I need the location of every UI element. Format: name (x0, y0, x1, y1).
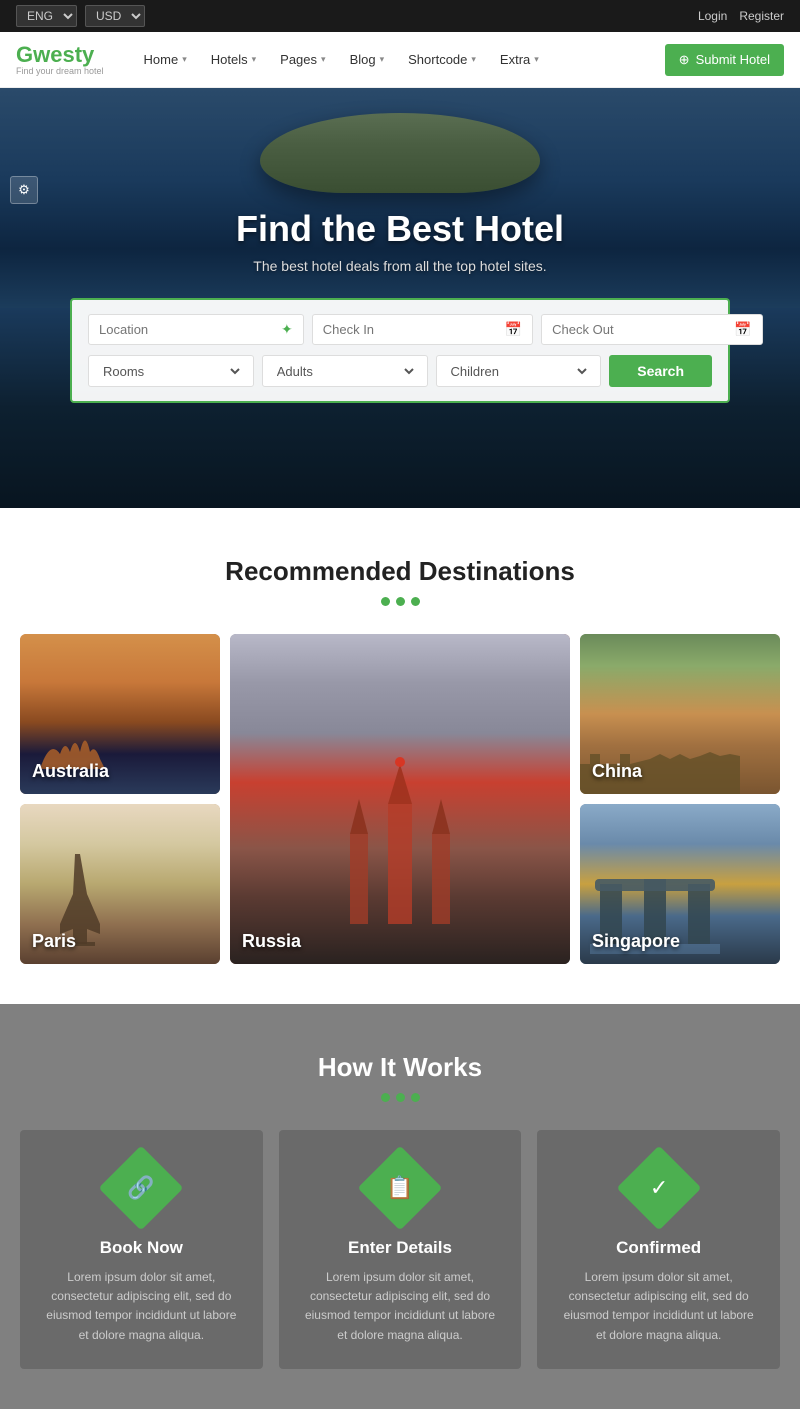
checkout-field[interactable]: 📅 (541, 314, 762, 345)
how-step2-text: Lorem ipsum dolor sit amet, consectetur … (299, 1268, 502, 1345)
top-bar-right: Login Register (698, 9, 784, 23)
destination-singapore[interactable]: Singapore (580, 804, 780, 964)
how-diamond-confirmed: ✓ (616, 1146, 701, 1231)
nav-blog[interactable]: Blog (340, 46, 395, 73)
how-dot-2 (396, 1093, 405, 1102)
submit-hotel-button[interactable]: ⊕ Submit Hotel (665, 44, 784, 76)
nav-extra[interactable]: Extra (490, 46, 549, 73)
settings-icon[interactable]: ⚙ (10, 176, 38, 204)
search-row-1: ✦ 📅 📅 (88, 314, 712, 345)
location-icon: ✦ (281, 321, 293, 338)
how-it-works-section: How It Works 🔗 Book Now Lorem ipsum dolo… (0, 1004, 800, 1409)
hero-island (240, 103, 560, 203)
nav-pages[interactable]: Pages (270, 46, 335, 73)
search-row-2: Rooms 1 2 3 Adults 1 2 3 (88, 355, 712, 387)
hero-title: Find the Best Hotel (70, 208, 730, 250)
destination-paris[interactable]: Paris (20, 804, 220, 964)
how-diamond-book: 🔗 (99, 1146, 184, 1231)
checkin-input[interactable] (323, 322, 499, 337)
how-step3-text: Lorem ipsum dolor sit amet, consectetur … (557, 1268, 760, 1345)
how-step1-text: Lorem ipsum dolor sit amet, consectetur … (40, 1268, 243, 1345)
destination-china[interactable]: China (580, 634, 780, 794)
book-icon: 🔗 (128, 1175, 155, 1201)
dot-3 (411, 597, 420, 606)
checkin-calendar-icon: 📅 (505, 321, 522, 338)
destinations-section: Recommended Destinations Australia (0, 508, 800, 1004)
register-link[interactable]: Register (739, 9, 784, 23)
destinations-grid: Australia Russia (20, 634, 780, 964)
submit-icon: ⊕ (679, 52, 690, 68)
navbar: Gwesty Find your dream hotel Home Hotels… (0, 32, 800, 88)
dot-1 (381, 597, 390, 606)
currency-select[interactable]: USD EUR GBP (85, 5, 145, 27)
children-select-wrap[interactable]: Children 0 1 2 (436, 355, 602, 387)
hero-content: Find the Best Hotel The best hotel deals… (70, 208, 730, 403)
how-dot-1 (381, 1093, 390, 1102)
nav-hotels[interactable]: Hotels (201, 46, 266, 73)
top-bar: ENG FR DE USD EUR GBP Login Register (0, 0, 800, 32)
how-card-confirmed: ✓ Confirmed Lorem ipsum dolor sit amet, … (537, 1130, 780, 1369)
how-step3-title: Confirmed (557, 1238, 760, 1258)
dest-label-singapore: Singapore (592, 931, 680, 952)
section-dots (16, 597, 784, 606)
how-diamond-details: 📋 (358, 1146, 443, 1231)
destinations-title: Recommended Destinations (16, 556, 784, 587)
dest-label-russia: Russia (242, 931, 301, 952)
search-button[interactable]: Search (609, 355, 712, 387)
rooms-select[interactable]: Rooms 1 2 3 (99, 363, 243, 380)
island-shape (260, 113, 540, 193)
how-grid: 🔗 Book Now Lorem ipsum dolor sit amet, c… (20, 1130, 780, 1369)
how-title: How It Works (16, 1052, 784, 1083)
details-icon: 📋 (386, 1175, 413, 1201)
submit-label: Submit Hotel (696, 52, 770, 67)
dest-label-china: China (592, 761, 642, 782)
how-dots (16, 1093, 784, 1102)
confirmed-icon: ✓ (649, 1175, 667, 1201)
logo-rest: westy (33, 42, 94, 67)
destination-australia[interactable]: Australia (20, 634, 220, 794)
checkout-calendar-icon: 📅 (734, 321, 751, 338)
location-input[interactable] (99, 322, 275, 337)
how-card-book: 🔗 Book Now Lorem ipsum dolor sit amet, c… (20, 1130, 263, 1369)
login-link[interactable]: Login (698, 9, 727, 23)
destination-russia[interactable]: Russia (230, 634, 570, 964)
children-select[interactable]: Children 0 1 2 (447, 363, 591, 380)
top-bar-left: ENG FR DE USD EUR GBP (16, 5, 145, 27)
logo-name: Gwesty (16, 44, 104, 66)
how-card-details: 📋 Enter Details Lorem ipsum dolor sit am… (279, 1130, 522, 1369)
checkout-input[interactable] (552, 322, 728, 337)
nav-menu: Home Hotels Pages Blog Shortcode Extra (134, 46, 665, 73)
dest-label-australia: Australia (32, 761, 109, 782)
language-select[interactable]: ENG FR DE (16, 5, 77, 27)
hero-section: ⚙ Find the Best Hotel The best hotel dea… (0, 88, 800, 508)
how-step1-title: Book Now (40, 1238, 243, 1258)
dest-label-paris: Paris (32, 931, 76, 952)
rooms-select-wrap[interactable]: Rooms 1 2 3 (88, 355, 254, 387)
search-box: ✦ 📅 📅 Rooms 1 2 3 (70, 298, 730, 403)
logo-g: G (16, 42, 33, 67)
nav-shortcode[interactable]: Shortcode (398, 46, 486, 73)
logo[interactable]: Gwesty Find your dream hotel (16, 44, 104, 76)
hero-subtitle: The best hotel deals from all the top ho… (70, 258, 730, 274)
how-step2-title: Enter Details (299, 1238, 502, 1258)
checkin-field[interactable]: 📅 (312, 314, 533, 345)
location-field[interactable]: ✦ (88, 314, 304, 345)
nav-home[interactable]: Home (134, 46, 197, 73)
dot-2 (396, 597, 405, 606)
how-dot-3 (411, 1093, 420, 1102)
adults-select-wrap[interactable]: Adults 1 2 3 (262, 355, 428, 387)
adults-select[interactable]: Adults 1 2 3 (273, 363, 417, 380)
logo-tagline: Find your dream hotel (16, 66, 104, 76)
